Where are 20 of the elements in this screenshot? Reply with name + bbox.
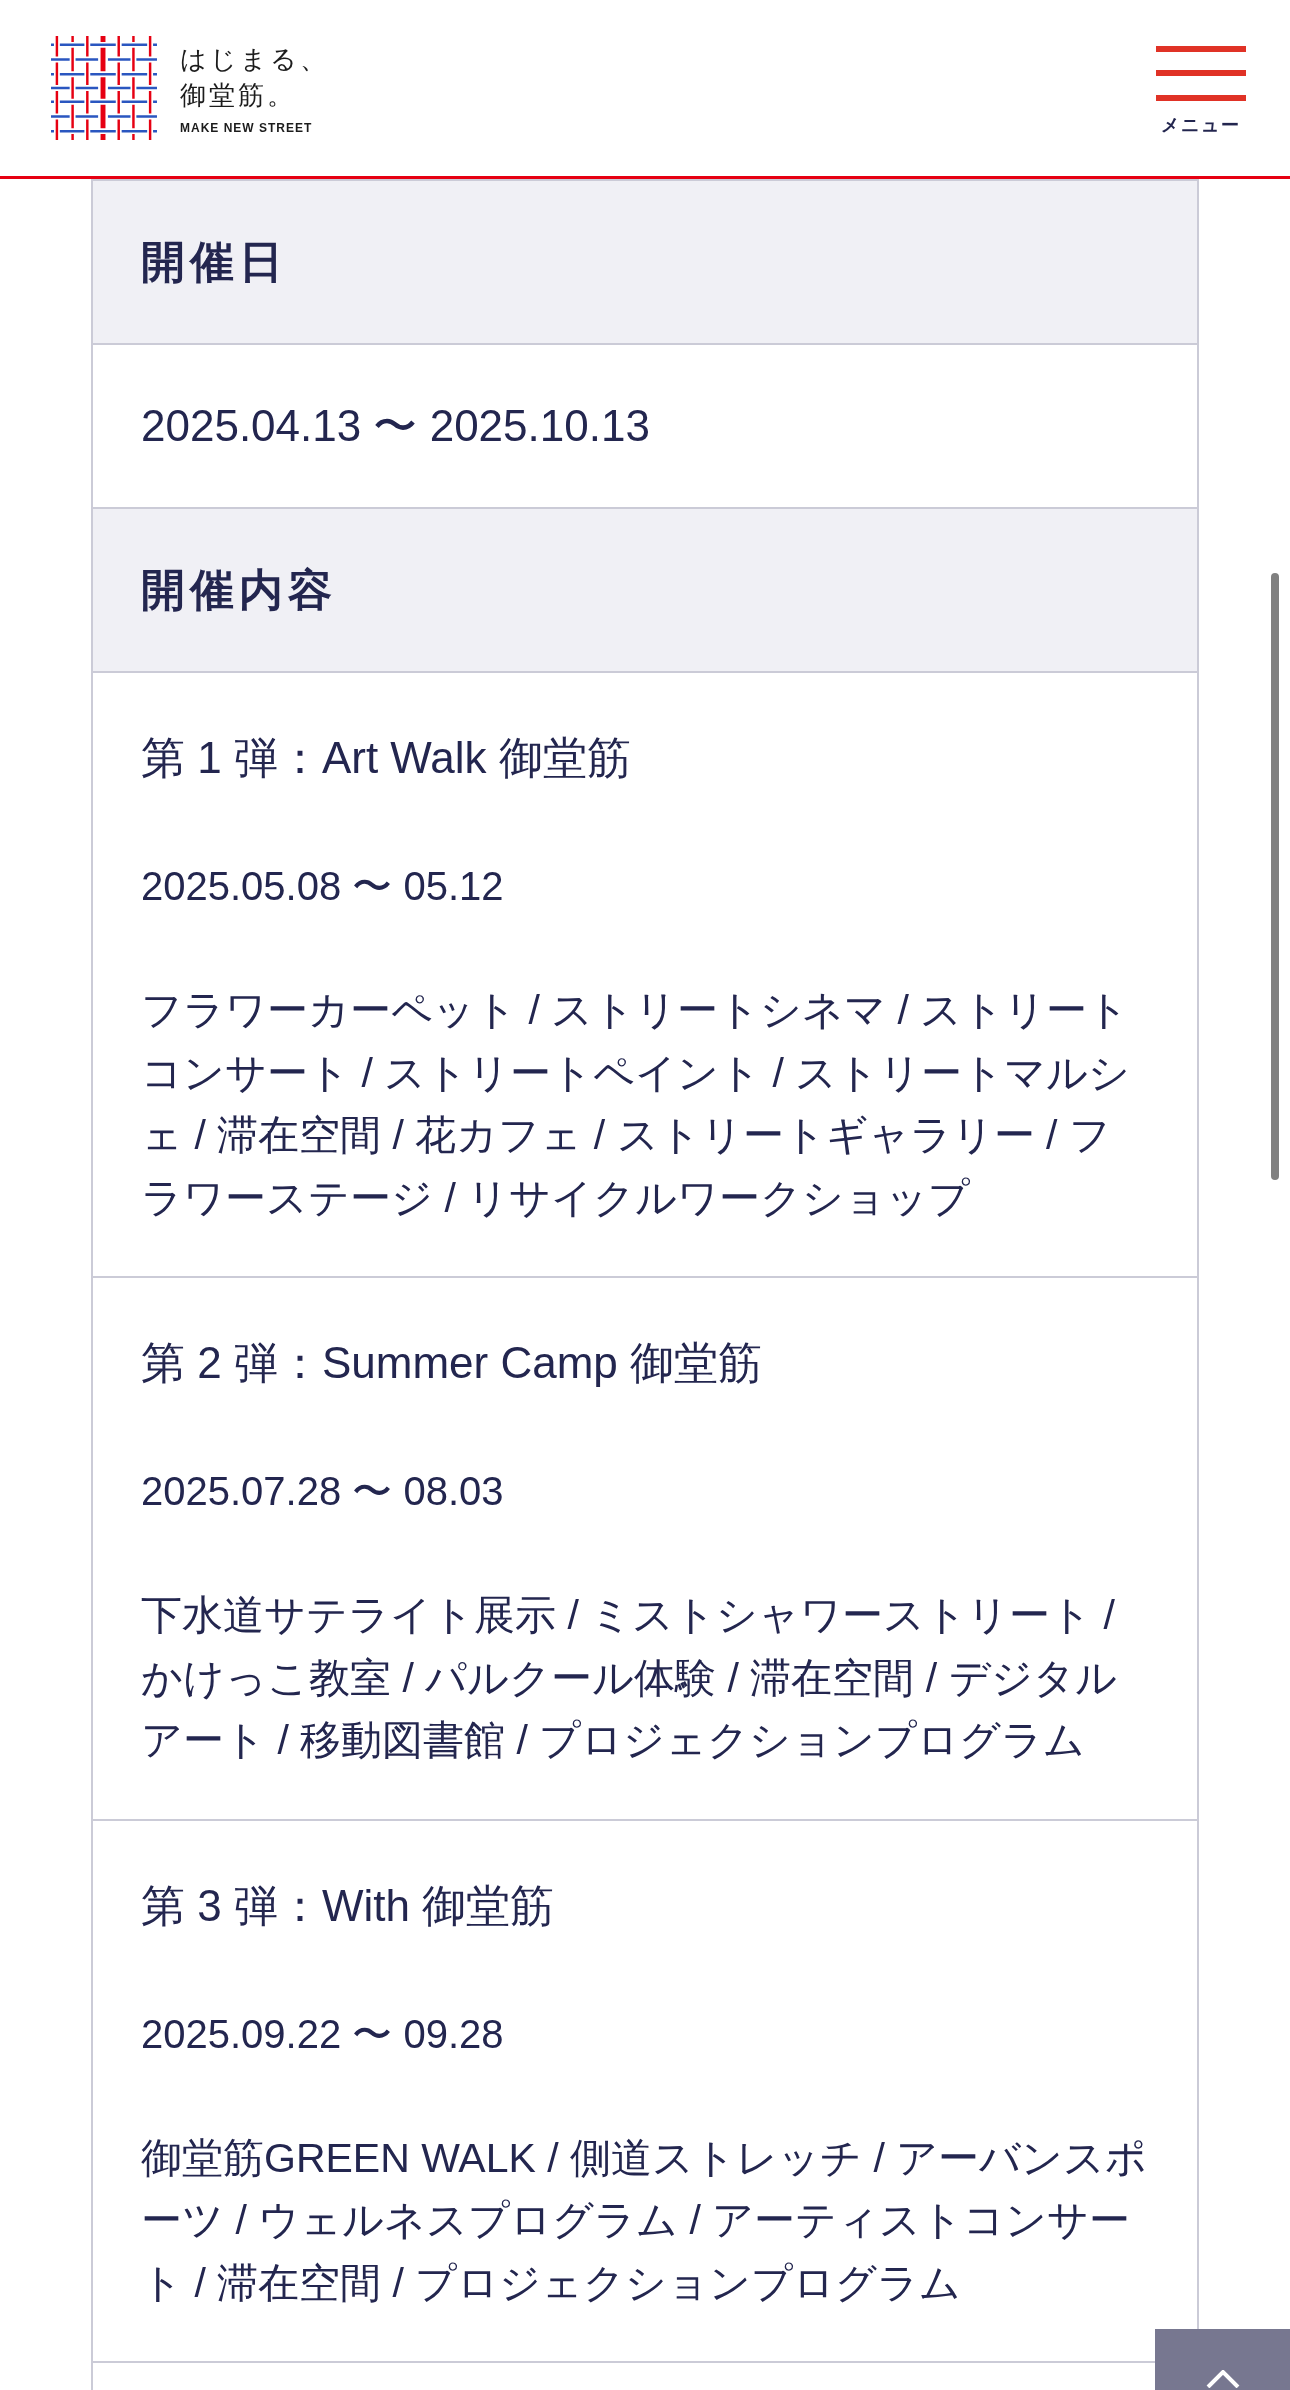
- menu-icon: [1156, 45, 1246, 101]
- event-programs: 下水道サテライト展示 / ミストシャワーストリート / かけっこ教室 / パルクール体験 / 滞在空間 / デジタルアート / 移動図書館 / プロジェクションプログラム: [141, 1591, 1118, 1765]
- event-dates: 2025.05.08 〜 05.12: [141, 863, 505, 910]
- event-programs: 御堂筋GREEN WALK / 側道ストレッチ / アーバンスポーツ / ウェルネスプログラム / アーティストコンサート / 滞在空間 / プロジェクションプログラム: [141, 2133, 1149, 2308]
- event-title: 第 3 弾：With 御堂筋: [141, 1879, 556, 1932]
- date-range: 2025.04.13 〜 2025.10.13: [141, 400, 650, 452]
- logo-title: はじまる、 御堂筋。: [180, 43, 329, 112]
- chevron-up-icon: [1205, 2370, 1240, 2388]
- section-heading: 開催日: [141, 236, 288, 288]
- event-programs: フラワーカーペット / ストリートシネマ / ストリートコンサート / ストリートペイント / ストリートマルシェ / 滞在空間 / 花カフェ / ストリートギャラリー / フラワーステージ / リサイクルワークショップ: [141, 986, 1132, 1223]
- logo-weave-icon: [50, 36, 158, 140]
- event-title: 第 2 弾：Summer Camp 御堂筋: [141, 1337, 763, 1389]
- event-dates: 2025.07.28 〜 08.03: [141, 1468, 505, 1515]
- logo-tagline: MAKE NEW STREET: [180, 121, 314, 135]
- menu-button[interactable]: メニュー: [1156, 45, 1246, 135]
- event-title: 第 1 弾：Art Walk 御堂筋: [141, 732, 632, 784]
- event-dates: 2025.09.22 〜 09.28: [141, 2010, 505, 2058]
- scrollbar[interactable]: [1271, 573, 1279, 1180]
- back-to-top-button[interactable]: [1155, 2329, 1290, 2390]
- section-heading: 開催内容: [141, 564, 337, 616]
